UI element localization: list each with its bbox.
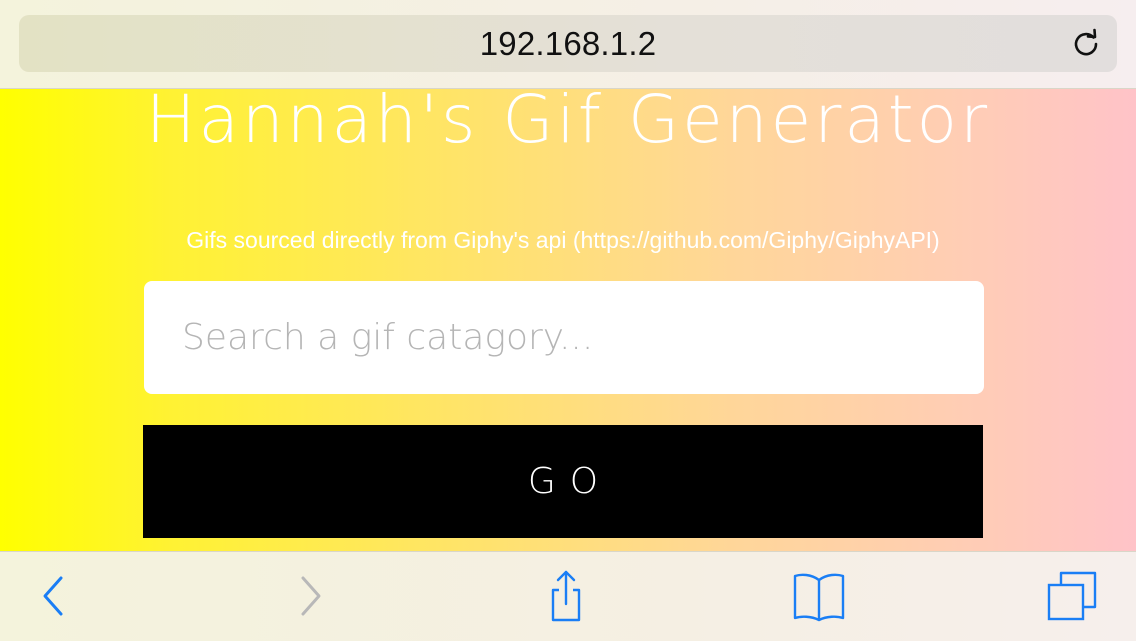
bookmarks-icon bbox=[791, 570, 847, 622]
bookmarks-button[interactable] bbox=[791, 568, 847, 624]
url-text[interactable]: 192.168.1.2 bbox=[19, 15, 1117, 72]
reload-icon[interactable] bbox=[1071, 28, 1101, 58]
web-page: Hannah's Gif Generator Gifs sourced dire… bbox=[0, 89, 1136, 551]
page-subtitle: Gifs sourced directly from Giphy's api (… bbox=[186, 227, 940, 253]
forward-icon bbox=[297, 574, 327, 618]
share-icon bbox=[544, 568, 588, 624]
page-title: Hannah's Gif Generator bbox=[145, 89, 991, 158]
search-input[interactable] bbox=[144, 281, 984, 394]
back-button[interactable] bbox=[24, 568, 80, 624]
back-icon bbox=[37, 574, 67, 618]
tabs-icon bbox=[1045, 569, 1099, 623]
go-button[interactable]: GO bbox=[143, 425, 983, 538]
browser-toolbar bbox=[0, 551, 1136, 641]
tabs-button[interactable] bbox=[1044, 568, 1100, 624]
url-field[interactable]: 192.168.1.2 bbox=[19, 15, 1117, 72]
forward-button[interactable] bbox=[284, 568, 340, 624]
browser-address-bar: 192.168.1.2 bbox=[0, 0, 1136, 89]
share-button[interactable] bbox=[538, 568, 594, 624]
